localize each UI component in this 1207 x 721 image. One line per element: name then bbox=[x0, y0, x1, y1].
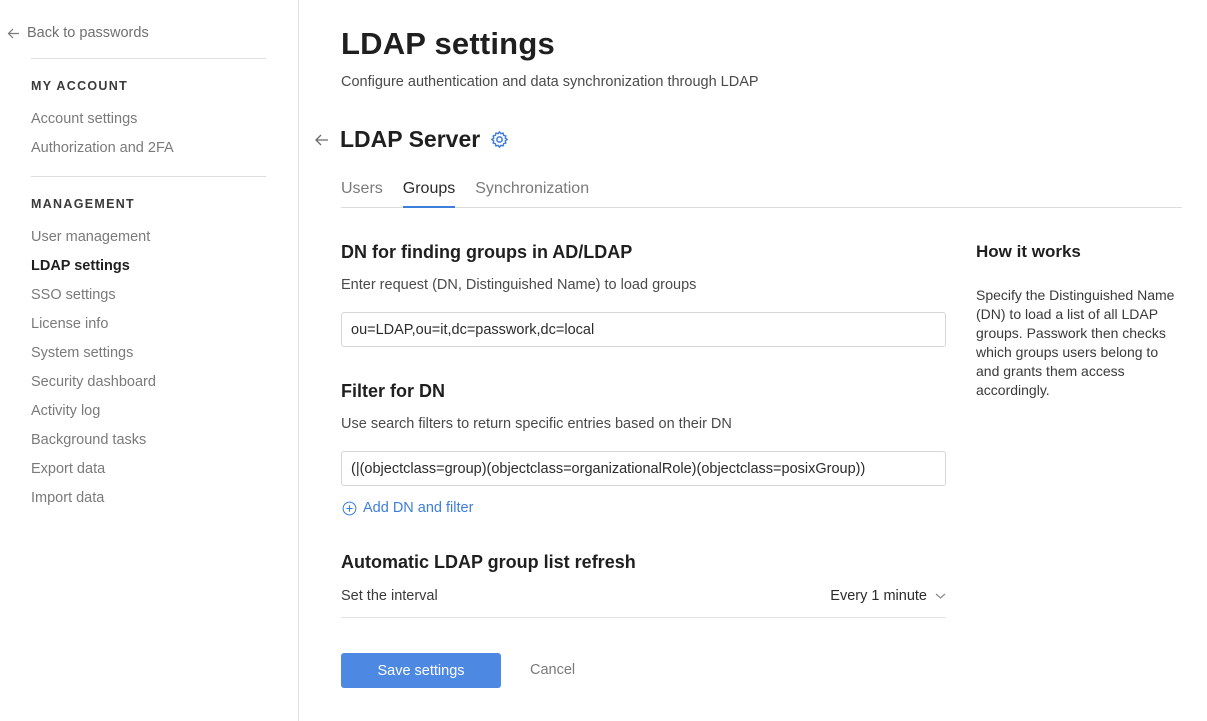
sidebar: Back to passwords MY ACCOUNT Account set… bbox=[0, 0, 299, 721]
page-title: LDAP settings bbox=[341, 26, 555, 61]
filter-section-description: Use search filters to return specific en… bbox=[341, 416, 732, 432]
interval-dropdown[interactable]: Every 1 minute bbox=[830, 588, 946, 604]
arrow-left-icon bbox=[7, 28, 19, 38]
gear-icon[interactable] bbox=[490, 130, 509, 149]
refresh-section-title: Automatic LDAP group list refresh bbox=[341, 552, 636, 572]
sidebar-item-account-settings[interactable]: Account settings bbox=[31, 109, 174, 138]
tab-bar: Users Groups Synchronization bbox=[341, 178, 1182, 208]
sidebar-item-user-management[interactable]: User management bbox=[31, 227, 156, 256]
sidebar-divider bbox=[31, 58, 266, 59]
sidebar-item-system-settings[interactable]: System settings bbox=[31, 343, 156, 372]
back-to-passwords-link[interactable]: Back to passwords bbox=[7, 25, 149, 41]
sidebar-item-license-info[interactable]: License info bbox=[31, 314, 156, 343]
chevron-down-icon bbox=[935, 593, 946, 599]
cancel-button[interactable]: Cancel bbox=[530, 662, 575, 678]
back-link-label: Back to passwords bbox=[27, 25, 149, 41]
filter-input[interactable] bbox=[341, 451, 946, 486]
dn-section-description: Enter request (DN, Distinguished Name) t… bbox=[341, 277, 697, 293]
sidebar-item-security-dashboard[interactable]: Security dashboard bbox=[31, 372, 156, 401]
main-content: LDAP settings Configure authentication a… bbox=[315, 0, 1186, 721]
add-dn-filter-link[interactable]: Add DN and filter bbox=[342, 500, 473, 516]
how-it-works-text: Specify the Distinguished Name (DN) to l… bbox=[976, 287, 1175, 398]
server-title: LDAP Server bbox=[340, 126, 481, 152]
interval-label: Set the interval bbox=[341, 588, 438, 604]
tab-groups[interactable]: Groups bbox=[402, 178, 456, 208]
add-dn-filter-label: Add DN and filter bbox=[363, 500, 474, 516]
sidebar-item-activity-log[interactable]: Activity log bbox=[31, 401, 156, 430]
arrow-left-icon[interactable] bbox=[314, 132, 330, 148]
my-account-heading: MY ACCOUNT bbox=[31, 79, 129, 93]
plus-circle-icon bbox=[342, 501, 357, 515]
interval-value: Every 1 minute bbox=[830, 588, 927, 604]
how-it-works-title: How it works bbox=[976, 242, 1081, 261]
management-heading: MANAGEMENT bbox=[31, 197, 135, 211]
sidebar-item-ldap-settings[interactable]: LDAP settings bbox=[31, 256, 156, 285]
interval-row: Set the interval Every 1 minute bbox=[341, 586, 946, 618]
dn-section-title: DN for finding groups in AD/LDAP bbox=[341, 242, 633, 262]
save-settings-button[interactable]: Save settings bbox=[341, 653, 501, 688]
sidebar-item-import-data[interactable]: Import data bbox=[31, 488, 156, 517]
sidebar-item-authorization-2fa[interactable]: Authorization and 2FA bbox=[31, 138, 174, 167]
sidebar-item-export-data[interactable]: Export data bbox=[31, 459, 156, 488]
server-header: LDAP Server bbox=[314, 126, 509, 153]
page-subtitle: Configure authentication and data synchr… bbox=[341, 74, 759, 90]
tab-synchronization[interactable]: Synchronization bbox=[475, 178, 589, 208]
sidebar-divider bbox=[31, 176, 266, 177]
my-account-list: Account settings Authorization and 2FA bbox=[31, 109, 174, 167]
filter-section-title: Filter for DN bbox=[341, 381, 446, 401]
tab-users[interactable]: Users bbox=[341, 178, 383, 208]
sidebar-item-sso-settings[interactable]: SSO settings bbox=[31, 285, 156, 314]
dn-input[interactable] bbox=[341, 312, 946, 347]
sidebar-item-background-tasks[interactable]: Background tasks bbox=[31, 430, 156, 459]
management-list: User management LDAP settings SSO settin… bbox=[31, 227, 156, 517]
